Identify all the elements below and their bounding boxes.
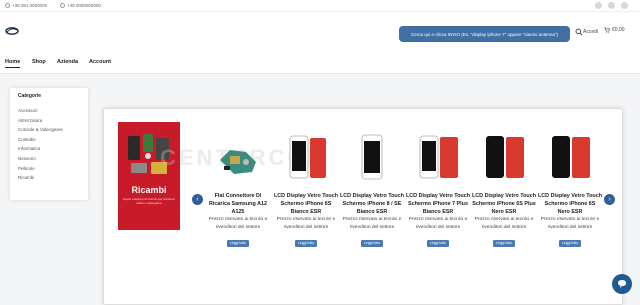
product-image [552, 136, 590, 178]
category-item[interactable]: Pellicole [18, 166, 63, 176]
product-name[interactable]: LCD Display Vetro Touch Schermo iPhone 6… [472, 192, 536, 216]
twitter-icon[interactable] [608, 2, 615, 9]
top-bar: +39 081 0000000 +39 0000000000 [0, 0, 640, 12]
product-image [419, 135, 458, 179]
search-icon[interactable] [575, 28, 583, 36]
read-more-button[interactable]: Leggi tutto [427, 240, 449, 247]
product-price-note: Prezzo riservato ai tecnici e rivenditor… [474, 217, 534, 230]
banner-subtitle: Ampio catalogo di ricambi per telefonia,… [122, 197, 176, 205]
nav-home[interactable]: Home [5, 59, 21, 68]
chat-icon [618, 280, 626, 288]
carousel-next-button[interactable]: › [604, 194, 615, 205]
categories-panel: Categorie Accessori Attrezzatura Console… [10, 88, 88, 200]
read-more-button[interactable]: Leggi tutto [227, 240, 249, 247]
nav-shop[interactable]: Shop [32, 59, 46, 65]
product-card[interactable]: LCD Display Vetro Touch Schermo iPhone 8… [340, 132, 404, 249]
read-more-button[interactable]: Leggi tutto [295, 240, 317, 247]
category-item[interactable]: Nessuno [18, 156, 63, 166]
facebook-icon[interactable] [595, 2, 602, 9]
cart-total: €0,00 [612, 27, 625, 33]
cart-link[interactable]: €0,00 [604, 27, 625, 33]
product-name[interactable]: LCD Display Vetro Touch Schermo iPhone 7… [406, 192, 470, 216]
product-image [220, 150, 256, 174]
categories-title: Categorie [18, 93, 42, 99]
product-price-note: Prezzo riservato ai tecnici e rivenditor… [208, 217, 268, 230]
product-card[interactable]: Flat Connettore Di Ricarica Samsung A12 … [206, 132, 270, 249]
site-logo[interactable] [5, 26, 19, 36]
product-card[interactable]: LCD Display Vetro Touch Schermo iPhone 6… [274, 132, 338, 249]
category-item[interactable]: Informatica [18, 146, 63, 156]
product-card[interactable]: LCD Display Vetro Touch Schermo iPhone 6… [472, 132, 536, 249]
phone-icon [5, 3, 10, 8]
product-image [486, 136, 524, 178]
read-more-button[interactable]: Leggi tutto [559, 240, 581, 247]
nav-azienda[interactable]: Azienda [57, 59, 78, 65]
category-item[interactable]: Custodie [18, 137, 63, 147]
chat-button[interactable] [612, 274, 632, 294]
product-price-note: Prezzo riservato ai tecnici e rivenditor… [408, 217, 468, 230]
whatsapp-number: +39 0000000000 [67, 3, 101, 8]
product-name[interactable]: LCD Display Vetro Touch Schermo iPhone 6… [538, 192, 602, 216]
main-nav: Home Shop Azienda Account [0, 52, 640, 74]
social-links [595, 2, 628, 9]
product-name[interactable]: LCD Display Vetro Touch Schermo iPhone 6… [274, 192, 338, 216]
carousel-prev-button[interactable]: ‹ [192, 194, 203, 205]
phone-number: +39 081 0000000 [12, 3, 48, 8]
whatsapp-contact[interactable]: +39 0000000000 [60, 3, 101, 8]
read-more-button[interactable]: Leggi tutto [361, 240, 383, 247]
product-name[interactable]: Flat Connettore Di Ricarica Samsung A12 … [206, 192, 270, 216]
whatsapp-icon [60, 3, 65, 8]
search-box[interactable]: Cerca qui e clicca INVIO (Es. "display i… [399, 26, 570, 42]
product-price-note: Prezzo riservato ai tecnici e rivenditor… [276, 217, 336, 230]
category-item[interactable]: Attrezzatura [18, 118, 63, 128]
product-name[interactable]: LCD Display Vetro Touch Schermo iPhone 8… [340, 192, 404, 216]
product-image [289, 135, 326, 179]
phone-contact[interactable]: +39 081 0000000 [5, 3, 47, 8]
nav-account[interactable]: Account [89, 59, 111, 65]
category-item[interactable]: Accessori [18, 108, 63, 118]
categories-list: Accessori Attrezzatura Console & Videoga… [18, 108, 63, 185]
product-price-note: Prezzo riservato ai tecnici e rivenditor… [540, 217, 600, 230]
account-link[interactable]: Accedi [583, 29, 598, 35]
category-item[interactable]: Ricambi [18, 175, 63, 185]
read-more-button[interactable]: Leggi tutto [493, 240, 515, 247]
product-image [361, 134, 383, 180]
ricambi-banner[interactable]: Ricambi Ampio catalogo di ricambi per te… [118, 122, 180, 230]
instagram-icon[interactable] [621, 2, 628, 9]
banner-title: Ricambi [131, 185, 167, 195]
site-header: Cerca qui e clicca INVIO (Es. "display i… [0, 12, 640, 52]
product-card[interactable]: LCD Display Vetro Touch Schermo iPhone 6… [538, 132, 602, 249]
cart-icon [604, 27, 610, 33]
product-card[interactable]: LCD Display Vetro Touch Schermo iPhone 7… [406, 132, 470, 249]
category-item[interactable]: Console & Videogame [18, 127, 63, 137]
product-price-note: Prezzo riservato ai tecnici e rivenditor… [342, 217, 402, 230]
